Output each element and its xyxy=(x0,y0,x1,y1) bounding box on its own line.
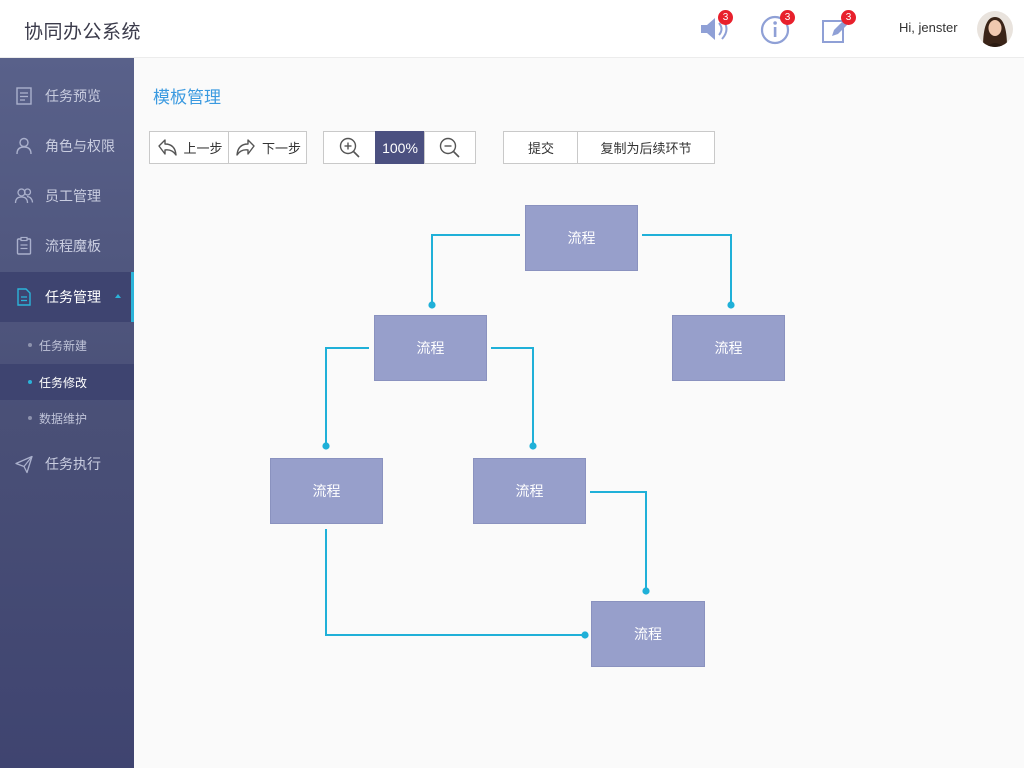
redo-label: 下一步 xyxy=(261,142,301,157)
avatar[interactable] xyxy=(977,11,1013,47)
notification-badge: 3 xyxy=(841,10,856,25)
zoom-level: 100% xyxy=(375,131,425,164)
page-title: 模板管理 xyxy=(153,88,221,108)
flow-node[interactable]: 流程 xyxy=(270,458,383,524)
sidebar-item-label: 任务管理 xyxy=(45,290,101,306)
sidebar-item-task-management[interactable]: 任务管理 xyxy=(0,272,134,322)
connector-line xyxy=(491,347,534,446)
bullet-icon xyxy=(28,343,32,347)
speaker-icon[interactable]: 3 xyxy=(697,10,733,46)
sidebar-item-label: 流程魔板 xyxy=(45,239,101,255)
user-icon xyxy=(16,137,32,155)
sidebar-item-employees[interactable]: 员工管理 xyxy=(0,171,134,221)
notification-badge: 3 xyxy=(718,10,733,25)
flow-node[interactable]: 流程 xyxy=(374,315,487,381)
zoom-in-button[interactable] xyxy=(323,131,376,164)
copy-to-next-button[interactable]: 复制为后续环节 xyxy=(577,131,715,164)
undo-button[interactable]: 上一步 xyxy=(149,131,229,164)
sidebar-item-task-execution[interactable]: 任务执行 xyxy=(0,439,134,489)
connector-endpoint xyxy=(581,631,589,639)
sidebar-item-label: 任务执行 xyxy=(45,457,101,473)
subitem-task-new[interactable]: 任务新建 xyxy=(0,327,134,363)
flow-node[interactable]: 流程 xyxy=(473,458,586,524)
sidebar-item-roles[interactable]: 角色与权限 xyxy=(0,121,134,171)
connector-endpoint xyxy=(642,587,650,595)
flow-node[interactable]: 流程 xyxy=(525,205,638,271)
flow-connectors xyxy=(322,234,735,639)
redo-icon xyxy=(236,138,255,156)
sidebar-item-label: 员工管理 xyxy=(45,189,101,205)
send-icon xyxy=(15,455,33,474)
top-header: 协同办公系统 3 3 3 Hi, jenster xyxy=(0,0,1024,58)
zoom-out-button[interactable] xyxy=(424,131,476,164)
file-icon xyxy=(17,288,31,306)
connector-endpoint xyxy=(727,301,735,309)
bullet-icon xyxy=(28,380,32,384)
sidebar: 任务预览 角色与权限 员工管理 流程魔板 任务管理 任务新建 任务修改 数据维护… xyxy=(0,58,134,768)
connector-endpoint xyxy=(529,442,537,450)
undo-label: 上一步 xyxy=(183,142,223,157)
flow-node[interactable]: 流程 xyxy=(672,315,785,381)
subitem-label: 任务修改 xyxy=(39,376,88,390)
doc-icon xyxy=(16,87,32,105)
undo-icon xyxy=(158,138,178,156)
notification-badge: 3 xyxy=(780,10,795,25)
sidebar-item-label: 角色与权限 xyxy=(45,139,115,155)
connector-line xyxy=(431,234,520,305)
sidebar-item-label: 任务预览 xyxy=(45,89,101,105)
user-greeting: Hi, jenster xyxy=(899,20,958,35)
info-icon[interactable]: 3 xyxy=(759,10,795,46)
sidebar-item-process-templates[interactable]: 流程魔板 xyxy=(0,221,134,271)
zoom-in-icon xyxy=(339,137,360,158)
flow-node[interactable]: 流程 xyxy=(591,601,705,667)
connector-endpoint xyxy=(322,442,330,450)
chevron-up-icon xyxy=(115,294,121,298)
clipboard-icon xyxy=(16,236,32,255)
users-icon xyxy=(14,188,34,204)
subitem-task-edit[interactable]: 任务修改 xyxy=(0,364,134,400)
zoom-out-icon xyxy=(439,137,460,158)
subitem-data-maintenance[interactable]: 数据维护 xyxy=(0,400,134,436)
edit-icon[interactable]: 3 xyxy=(820,10,856,46)
connector-line xyxy=(590,491,647,591)
submit-button[interactable]: 提交 xyxy=(503,131,579,164)
app-title: 协同办公系统 xyxy=(24,21,142,43)
connector-line xyxy=(325,347,369,446)
connector-line xyxy=(642,234,732,305)
sidebar-item-task-preview[interactable]: 任务预览 xyxy=(0,71,134,121)
bullet-icon xyxy=(28,416,32,420)
connector-endpoint xyxy=(428,301,436,309)
redo-button[interactable]: 下一步 xyxy=(228,131,307,164)
subitem-label: 任务新建 xyxy=(39,339,88,353)
connector-line xyxy=(325,529,585,636)
subitem-label: 数据维护 xyxy=(39,412,88,426)
